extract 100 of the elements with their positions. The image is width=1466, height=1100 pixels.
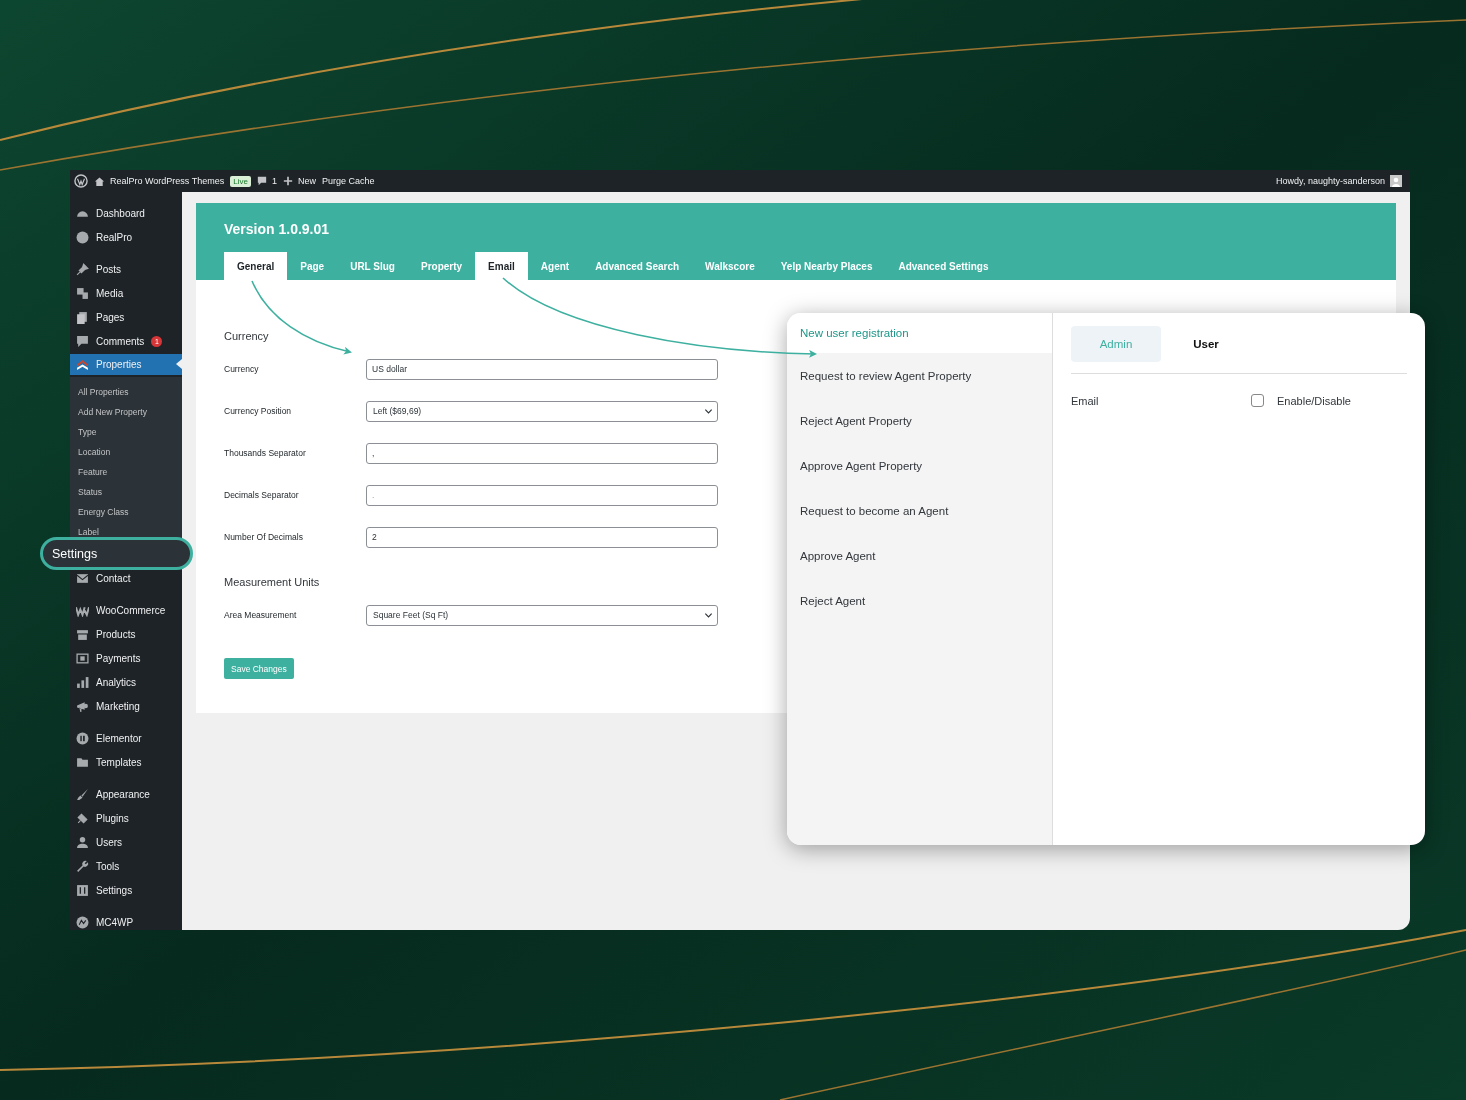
input-field[interactable]: ,: [366, 442, 718, 464]
sidebar-item[interactable]: Templates: [70, 750, 182, 774]
dropdown[interactable]: Left ($69,69): [366, 400, 718, 422]
brush-icon: [76, 787, 89, 801]
menu-label: Posts: [96, 263, 121, 275]
tab[interactable]: General: [224, 252, 288, 280]
section-heading: Currency: [224, 329, 269, 344]
comment-icon: [256, 176, 267, 186]
bar-chart-icon: [76, 675, 89, 689]
input-field[interactable]: 2: [366, 526, 718, 548]
event-item[interactable]: Request to review Agent Property: [787, 353, 1052, 398]
field-label: Number Of Decimals: [224, 532, 303, 542]
folder-icon: [76, 755, 89, 769]
field-label: Thousands Separator: [224, 448, 306, 458]
menu-label: Templates: [96, 756, 142, 768]
pages-icon: [76, 310, 89, 324]
sidebar-item[interactable]: Payments: [70, 646, 182, 670]
sidebar-item[interactable]: Pages: [70, 305, 182, 329]
submenu-item[interactable]: Location: [78, 446, 111, 458]
event-item[interactable]: Request to become an Agent: [787, 488, 1052, 533]
sidebar-item[interactable]: Analytics: [70, 670, 182, 694]
plug-icon: [76, 811, 89, 825]
checkbox[interactable]: [1251, 394, 1264, 407]
field-label: Decimals Separator: [224, 490, 299, 500]
submenu-item[interactable]: Label: [78, 526, 99, 538]
sidebar-item[interactable]: Users: [70, 830, 182, 854]
notch-icon: [176, 359, 182, 369]
submenu-item[interactable]: Type: [78, 426, 97, 438]
sidebar-item[interactable]: Properties: [70, 354, 182, 375]
sidebar-item[interactable]: Settings: [70, 878, 182, 902]
media-icon: [76, 286, 89, 300]
menu-label: Plugins: [96, 812, 129, 824]
sidebar-item[interactable]: WooCommerce: [70, 598, 182, 622]
menu-label: Appearance: [96, 788, 150, 800]
menu-label: Comments: [96, 335, 145, 347]
sidebar-item[interactable]: Dashboard: [70, 201, 182, 225]
menu-label: Analytics: [96, 676, 136, 688]
event-item[interactable]: New user registration: [787, 313, 1052, 353]
setting-label: Email: [1071, 394, 1100, 407]
sidebar-item[interactable]: Posts: [70, 257, 182, 281]
menu-label: Products: [96, 628, 136, 640]
user-icon: [76, 835, 89, 849]
pin-icon: [76, 262, 89, 276]
input-field[interactable]: .: [366, 484, 718, 506]
new-link[interactable]: New: [297, 176, 316, 186]
sidebar-item[interactable]: Tools: [70, 854, 182, 878]
circle-icon: [76, 731, 89, 745]
menu-label: WooCommerce: [96, 604, 166, 616]
submenu-item[interactable]: Feature: [78, 466, 108, 478]
avatar-icon: [1390, 175, 1402, 187]
menu-label: RealPro: [96, 231, 133, 243]
sidebar-item[interactable]: MC4WP: [70, 910, 182, 930]
envelope-icon: [76, 571, 89, 585]
field-label: Currency: [224, 364, 259, 374]
menu-label: Contact: [96, 572, 131, 584]
menu-label: Settings: [96, 884, 133, 896]
chevron-icon: [76, 358, 89, 371]
menu-label: Payments: [96, 652, 141, 664]
wordpress-logo-icon: [74, 174, 88, 188]
menu-label: Pages: [96, 311, 125, 323]
sidebar-item[interactable]: Elementor: [70, 726, 182, 750]
home-icon: [94, 175, 105, 187]
menu-label: Properties: [96, 359, 142, 370]
site-name-link[interactable]: RealPro WordPress Themes: [110, 176, 225, 186]
sliders-icon: [76, 883, 89, 897]
menu-label: Dashboard: [96, 207, 145, 219]
purge-cache-link[interactable]: Purge Cache: [321, 176, 375, 186]
sidebar-item[interactable]: RealPro: [70, 225, 182, 249]
event-item[interactable]: Reject Agent: [787, 578, 1052, 623]
tab[interactable]: Email: [475, 252, 528, 280]
archive-icon: [76, 627, 89, 641]
sidebar-item[interactable]: Plugins: [70, 806, 182, 830]
menu-label: Elementor: [96, 732, 142, 744]
megaphone-icon: [76, 699, 89, 713]
speech-bubble-icon: [76, 334, 89, 348]
sidebar-item[interactable]: Media: [70, 281, 182, 305]
highlighted-menu-item[interactable]: Settings: [40, 537, 193, 570]
event-item[interactable]: Reject Agent Property: [787, 398, 1052, 443]
greeting-link[interactable]: Howdy, naughty-sanderson: [1276, 176, 1385, 186]
checkbox-label: Enable/Disable: [1277, 394, 1351, 407]
event-item[interactable]: Approve Agent Property: [787, 443, 1052, 488]
field-label: Currency Position: [224, 406, 292, 416]
sidebar-item[interactable]: Products: [70, 622, 182, 646]
event-item[interactable]: Approve Agent: [787, 533, 1052, 578]
section-heading: Measurement Units: [224, 575, 320, 590]
field-label: Area Measurement: [224, 610, 297, 620]
comment-count[interactable]: 1: [271, 176, 277, 186]
menu-label: Marketing: [96, 700, 140, 712]
live-badge: Live: [230, 175, 251, 187]
sidebar-item[interactable]: Appearance: [70, 782, 182, 806]
dropdown[interactable]: Square Feet (Sq Ft): [366, 604, 718, 626]
input-field[interactable]: US dollar: [366, 358, 718, 380]
menu-label: Media: [96, 287, 124, 299]
submenu-item[interactable]: Add New Property: [78, 406, 147, 418]
submenu-item[interactable]: All Properties: [78, 386, 129, 398]
submenu-item[interactable]: Status: [78, 486, 103, 498]
circle-icon: [76, 230, 89, 244]
sidebar-item[interactable]: Marketing: [70, 694, 182, 718]
tab[interactable]: User: [1161, 326, 1251, 362]
submenu-item[interactable]: Energy Class: [78, 506, 129, 518]
